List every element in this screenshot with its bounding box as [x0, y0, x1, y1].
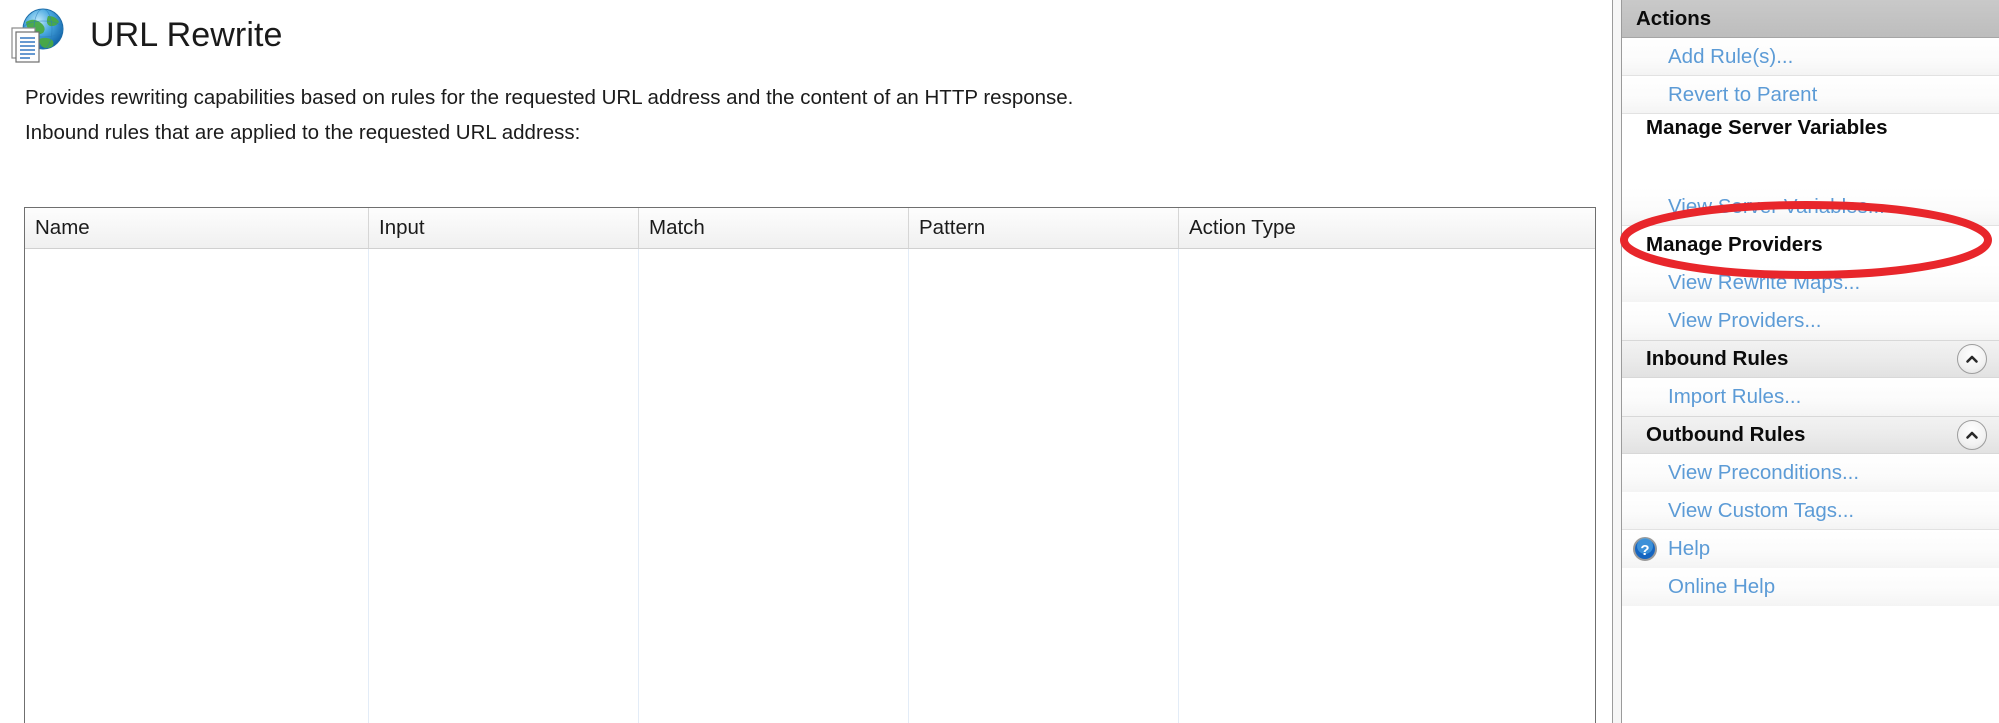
actions-link-add-rule-s[interactable]: Add Rule(s)... [1622, 38, 1999, 76]
actions-link-label: View Custom Tags... [1668, 498, 1855, 522]
actions-subsection-header: Manage Server Variables [1622, 114, 1999, 188]
actions-link-help[interactable]: ? Help [1622, 530, 1999, 568]
page-description-line-1: Provides rewriting capabilities based on… [25, 86, 1074, 109]
table-header-row: Name Input Match Pattern Action Type [25, 208, 1595, 249]
url-rewrite-globe-document-icon [6, 6, 68, 64]
actions-link-label: Revert to Parent [1668, 82, 1818, 106]
actions-link-view-rewrite-maps[interactable]: View Rewrite Maps... [1622, 264, 1999, 302]
page-title: URL Rewrite [90, 16, 283, 54]
actions-link-view-preconditions[interactable]: View Preconditions... [1622, 454, 1999, 492]
actions-link-online-help[interactable]: Online Help [1622, 568, 1999, 606]
table-column-header[interactable]: Action Type [1179, 208, 1595, 248]
chevron-up-icon[interactable] [1957, 420, 1987, 450]
actions-link-label: Help [1668, 537, 1711, 560]
pane-splitter[interactable] [1612, 0, 1622, 723]
actions-subsection-header: Manage Providers [1622, 226, 1999, 264]
actions-link-import-rules[interactable]: Import Rules... [1622, 378, 1999, 416]
table-column-header[interactable]: Name [25, 208, 369, 248]
table-body-column [1179, 249, 1595, 723]
table-body-column [909, 249, 1179, 723]
table-body-column [639, 249, 909, 723]
actions-group-header[interactable]: Outbound Rules [1622, 416, 1999, 454]
table-body[interactable] [25, 249, 1595, 723]
actions-panel: Actions Add Rule(s)... Revert to Parent Ma… [1622, 0, 1999, 723]
table-body-column [369, 249, 639, 723]
table-body-column [25, 249, 369, 723]
page-header: URL Rewrite [6, 4, 283, 66]
actions-link-revert-to-parent[interactable]: Revert to Parent [1622, 76, 1999, 114]
actions-link-view-custom-tags[interactable]: View Custom Tags... [1622, 492, 1999, 530]
actions-group-label: Inbound Rules [1646, 347, 1789, 370]
actions-link-label: View Providers... [1668, 309, 1822, 332]
actions-panel-title: Actions [1622, 0, 1999, 38]
actions-group-header[interactable]: Inbound Rules [1622, 340, 1999, 378]
actions-link-label: Add Rule(s)... [1668, 44, 1794, 68]
actions-link-view-server-variables[interactable]: View Server Variables... [1622, 188, 1999, 226]
actions-link-label: View Server Variables... [1668, 194, 1885, 218]
chevron-up-icon[interactable] [1957, 344, 1987, 374]
actions-link-view-providers[interactable]: View Providers... [1622, 302, 1999, 340]
actions-group-label: Outbound Rules [1646, 423, 1806, 446]
actions-link-label: Online Help [1668, 575, 1776, 598]
help-question-icon: ? [1632, 536, 1658, 562]
page-description-line-2: Inbound rules that are applied to the re… [25, 121, 581, 144]
actions-link-label: View Rewrite Maps... [1668, 271, 1861, 294]
actions-link-label: Import Rules... [1668, 385, 1802, 408]
table-column-header[interactable]: Pattern [909, 208, 1179, 248]
svg-text:?: ? [1640, 542, 1649, 559]
table-column-header[interactable]: Match [639, 208, 909, 248]
actions-link-label: View Preconditions... [1668, 461, 1860, 484]
main-content-pane: URL Rewrite Provides rewriting capabilit… [0, 0, 1612, 723]
table-column-header[interactable]: Input [369, 208, 639, 248]
actions-list: Add Rule(s)... Revert to Parent Manage Ser… [1622, 38, 1999, 606]
inbound-rules-table[interactable]: Name Input Match Pattern Action Type [24, 207, 1596, 723]
